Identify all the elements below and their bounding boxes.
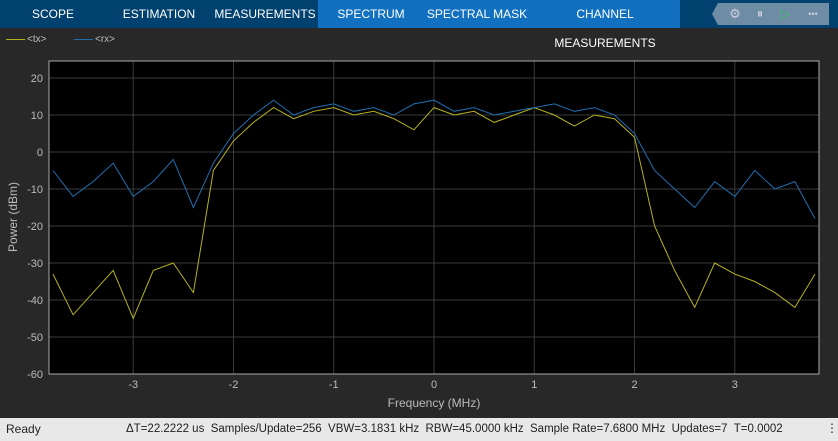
x-tick-label: -2 xyxy=(229,379,239,391)
tab-spectrum[interactable]: SPECTRUM xyxy=(318,0,424,28)
status-menu-icon[interactable]: ⋮ xyxy=(826,417,838,440)
tab-spectral-mask[interactable]: SPECTRAL MASK xyxy=(424,0,530,28)
tab-scope[interactable]: SCOPE xyxy=(0,0,106,28)
x-tick-label: 0 xyxy=(431,379,437,391)
y-tick-label: -30 xyxy=(27,258,43,270)
step-forward-icon[interactable]: ▷ xyxy=(776,3,794,25)
tab-bar: SCOPE ESTIMATION MEASUREMENTS SPECTRUM S… xyxy=(0,0,838,50)
status-ready: Ready xyxy=(6,422,41,436)
y-tick-label: -40 xyxy=(27,295,43,307)
x-tick-label: 1 xyxy=(531,379,537,391)
y-axis-label: Power (dBm) xyxy=(6,182,20,252)
simulation-controls: ⚙ ⏸ ▷ ••• xyxy=(712,3,829,25)
measurement-summary: ΔT=22.2222 us Samples/Update=256 VBW=3.1… xyxy=(126,423,783,435)
y-tick-label: -50 xyxy=(27,332,43,344)
settings-icon[interactable]: ⚙ xyxy=(726,3,744,25)
y-tick-label: 0 xyxy=(37,147,43,159)
spectrum-chart: -3 -2 -1 0 1 2 320100-10-20-30-40-50-60 Freque… xyxy=(6,60,820,410)
pause-icon[interactable]: ⏸ xyxy=(751,3,769,25)
y-tick-label: -10 xyxy=(27,184,43,196)
more-icon[interactable]: ••• xyxy=(802,3,824,25)
x-axis-label: Frequency (MHz) xyxy=(388,396,481,410)
tab-estimation[interactable]: ESTIMATION xyxy=(106,0,212,28)
y-tick-label: 20 xyxy=(31,73,43,85)
legend-label: <rx> xyxy=(95,34,116,45)
tab-measurements[interactable]: MEASUREMENTS xyxy=(212,0,318,28)
status-bar: Ready ΔT=22.2222 us Samples/Update=256 V… xyxy=(0,418,838,441)
x-tick-label: 3 xyxy=(732,379,738,391)
legend-label: <tx> xyxy=(27,34,47,45)
x-tick-label: 2 xyxy=(631,379,637,391)
legend: <tx> <rx> xyxy=(0,28,838,50)
y-tick-label: 10 xyxy=(31,110,43,122)
tab-channel-measurements[interactable]: CHANNEL MEASUREMENTS xyxy=(530,0,680,50)
legend-item-tx[interactable]: <tx> xyxy=(6,34,46,45)
legend-item-rx[interactable]: <rx> xyxy=(74,34,115,45)
y-tick-label: -20 xyxy=(27,221,43,233)
y-tick-label: -60 xyxy=(27,369,43,381)
x-tick-label: -1 xyxy=(329,379,339,391)
x-tick-label: -3 xyxy=(128,379,138,391)
